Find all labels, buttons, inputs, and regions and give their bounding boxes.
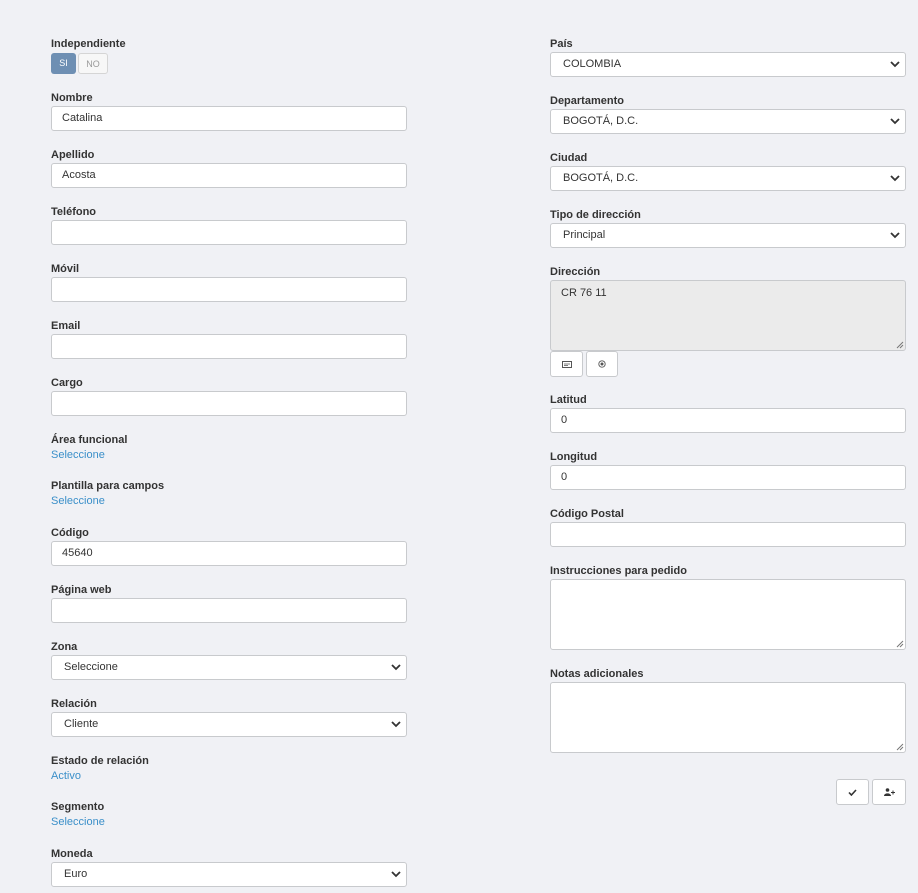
email-label: Email — [51, 320, 81, 332]
codigo-postal-input[interactable] — [550, 522, 906, 547]
latitud-input[interactable]: 0 — [550, 408, 906, 433]
cargo-input[interactable] — [51, 391, 407, 416]
moneda-select-value: Euro — [64, 868, 88, 880]
departamento-label: Departamento — [550, 95, 624, 107]
direccion-value: CR 76 11 — [561, 287, 607, 299]
chevron-down-icon — [890, 175, 900, 182]
independiente-no-button[interactable]: NO — [78, 53, 108, 74]
direccion-textarea[interactable]: CR 76 11 — [550, 280, 906, 351]
ciudad-select[interactable]: BOGOTÁ, D.C. — [550, 166, 906, 191]
tipo-direccion-select-value: Principal — [563, 229, 606, 241]
relacion-label: Relación — [51, 698, 97, 710]
departamento-select[interactable]: BOGOTÁ, D.C. — [550, 109, 906, 134]
estado-relacion-link[interactable]: Activo — [51, 770, 81, 782]
movil-input[interactable] — [51, 277, 407, 302]
check-icon — [848, 788, 857, 796]
chevron-down-icon — [890, 118, 900, 125]
segmento-link[interactable]: Seleccione — [51, 816, 105, 828]
area-funcional-label: Área funcional — [51, 434, 128, 446]
ciudad-label: Ciudad — [550, 152, 588, 164]
instrucciones-textarea[interactable] — [550, 579, 906, 650]
independiente-label: Independiente — [51, 38, 126, 50]
moneda-select[interactable]: Euro — [51, 862, 407, 887]
locate-button[interactable] — [586, 351, 618, 377]
latitud-label: Latitud — [550, 394, 587, 406]
cargo-label: Cargo — [51, 377, 83, 389]
instrucciones-label: Instrucciones para pedido — [550, 565, 687, 577]
chevron-down-icon — [391, 721, 401, 728]
estado-relacion-label: Estado de relación — [51, 755, 149, 767]
area-funcional-link[interactable]: Seleccione — [51, 449, 105, 461]
codigo-input[interactable]: 45640 — [51, 541, 407, 566]
relacion-select[interactable]: Cliente — [51, 712, 407, 737]
pais-label: País — [550, 38, 573, 50]
codigo-label: Código — [51, 527, 89, 539]
segmento-label: Segmento — [51, 801, 105, 813]
address-card-button[interactable] — [550, 351, 583, 377]
resize-grip-icon[interactable] — [896, 341, 904, 349]
zona-label: Zona — [51, 641, 78, 653]
save-button[interactable] — [836, 779, 869, 805]
zona-select-value: Seleccione — [64, 661, 118, 673]
movil-label: Móvil — [51, 263, 80, 275]
add-user-button[interactable] — [872, 779, 906, 805]
zona-select[interactable]: Seleccione — [51, 655, 407, 680]
moneda-label: Moneda — [51, 848, 93, 860]
chevron-down-icon — [890, 232, 900, 239]
pais-select-value: COLOMBIA — [563, 58, 622, 70]
notas-textarea[interactable] — [550, 682, 906, 753]
pagina-web-input[interactable] — [51, 598, 407, 623]
telefono-input[interactable] — [51, 220, 407, 245]
resize-grip-icon[interactable] — [896, 640, 904, 648]
email-input[interactable] — [51, 334, 407, 359]
longitud-label: Longitud — [550, 451, 598, 463]
target-icon — [598, 360, 606, 368]
departamento-select-value: BOGOTÁ, D.C. — [563, 115, 639, 127]
independiente-yes-button[interactable]: SI — [51, 53, 76, 74]
independiente-toggle: SI NO — [51, 53, 108, 74]
ciudad-select-value: BOGOTÁ, D.C. — [563, 172, 639, 184]
apellido-input[interactable]: Acosta — [51, 163, 407, 188]
plantilla-link[interactable]: Seleccione — [51, 495, 105, 507]
tipo-direccion-select[interactable]: Principal — [550, 223, 906, 248]
direccion-label: Dirección — [550, 266, 601, 278]
chevron-down-icon — [391, 871, 401, 878]
address-card-icon — [561, 360, 572, 368]
codigo-postal-label: Código Postal — [550, 508, 624, 520]
nombre-input[interactable]: Catalina — [51, 106, 407, 131]
nombre-label: Nombre — [51, 92, 93, 104]
plantilla-label: Plantilla para campos — [51, 480, 165, 492]
notas-label: Notas adicionales — [550, 668, 644, 680]
pais-select[interactable]: COLOMBIA — [550, 52, 906, 77]
tipo-direccion-label: Tipo de dirección — [550, 209, 641, 221]
longitud-input[interactable]: 0 — [550, 465, 906, 490]
add-user-icon — [883, 788, 895, 796]
apellido-label: Apellido — [51, 149, 95, 161]
resize-grip-icon[interactable] — [896, 743, 904, 751]
chevron-down-icon — [890, 61, 900, 68]
chevron-down-icon — [391, 664, 401, 671]
telefono-label: Teléfono — [51, 206, 97, 218]
pagina-web-label: Página web — [51, 584, 112, 596]
relacion-select-value: Cliente — [64, 718, 99, 730]
